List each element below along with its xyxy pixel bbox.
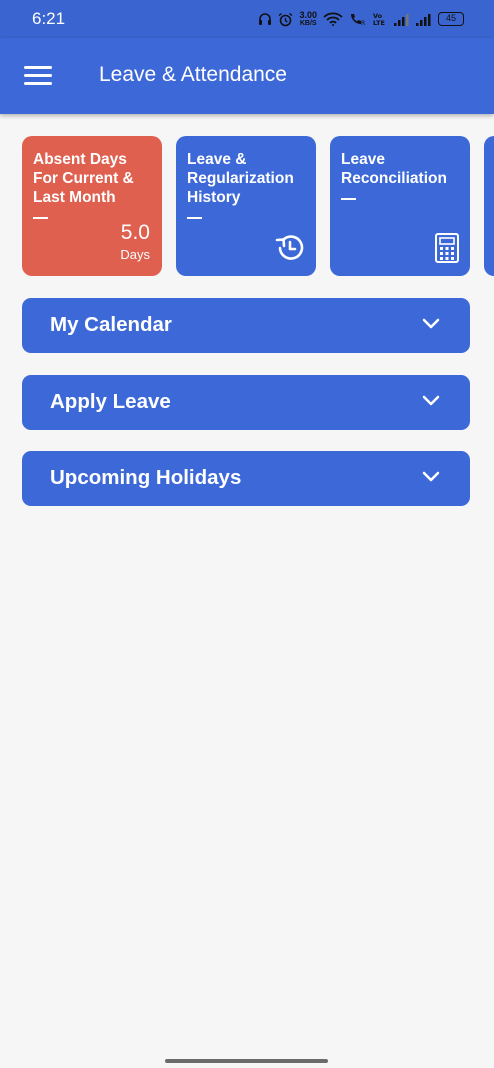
status-time: 6:21 [32, 9, 66, 28]
card-divider [341, 198, 356, 200]
card-divider [187, 217, 202, 219]
status-icons: 3.00 KB/S R Vo LTE 45 [258, 9, 464, 28]
next-card-partial[interactable] [484, 136, 494, 276]
absent-days-card[interactable]: Absent Days For Current & Last Month 5.0… [22, 136, 162, 276]
card-divider [33, 217, 48, 219]
home-indicator[interactable] [165, 1059, 328, 1063]
hamburger-menu-icon[interactable] [24, 66, 52, 86]
status-bar: 6:21 3.00 KB/S R Vo LTE 45 [0, 0, 494, 38]
upcoming-holidays-section[interactable]: Upcoming Holidays [22, 451, 470, 506]
volte-icon: Vo LTE [373, 12, 385, 26]
chevron-down-icon [422, 471, 440, 482]
network-speed-value: 3.00 [299, 9, 317, 20]
wifi-calling-icon: R [351, 14, 365, 26]
headphones-icon [259, 13, 272, 25]
wifi-icon [323, 12, 343, 26]
leave-reconciliation-card-title: Leave Reconciliation [341, 151, 447, 187]
svg-text:R: R [361, 20, 365, 26]
signal-icon-2 [416, 13, 431, 26]
absent-days-value: 5.0 [120, 221, 150, 244]
signal-icon [394, 13, 409, 26]
calculator-icon [435, 233, 459, 263]
chevron-down-icon [422, 395, 440, 406]
upcoming-holidays-label: Upcoming Holidays [50, 466, 242, 489]
my-calendar-label: My Calendar [50, 313, 172, 336]
leave-history-card[interactable]: Leave & Regularization History [176, 136, 316, 276]
quick-cards[interactable]: Absent Days For Current & Last Month 5.0… [22, 136, 494, 276]
my-calendar-section[interactable]: My Calendar [22, 298, 470, 353]
leave-history-card-title: Leave & Regularization History [187, 151, 294, 206]
apply-leave-label: Apply Leave [50, 390, 171, 413]
leave-reconciliation-card[interactable]: Leave Reconciliation [330, 136, 470, 276]
absent-days-unit: Days [120, 247, 150, 262]
alarm-icon [279, 12, 293, 26]
absent-days-card-title: Absent Days For Current & Last Month [33, 151, 134, 206]
chevron-down-icon [422, 318, 440, 329]
app-bar: Leave & Attendance [0, 38, 494, 114]
network-speed-unit: KB/S [299, 19, 317, 27]
network-speed: 3.00 KB/S [299, 9, 317, 28]
history-icon [275, 235, 304, 260]
page-title: Leave & Attendance [99, 63, 287, 86]
battery-indicator: 45 [438, 12, 464, 26]
apply-leave-section[interactable]: Apply Leave [22, 375, 470, 430]
svg-text:LTE: LTE [373, 19, 385, 26]
